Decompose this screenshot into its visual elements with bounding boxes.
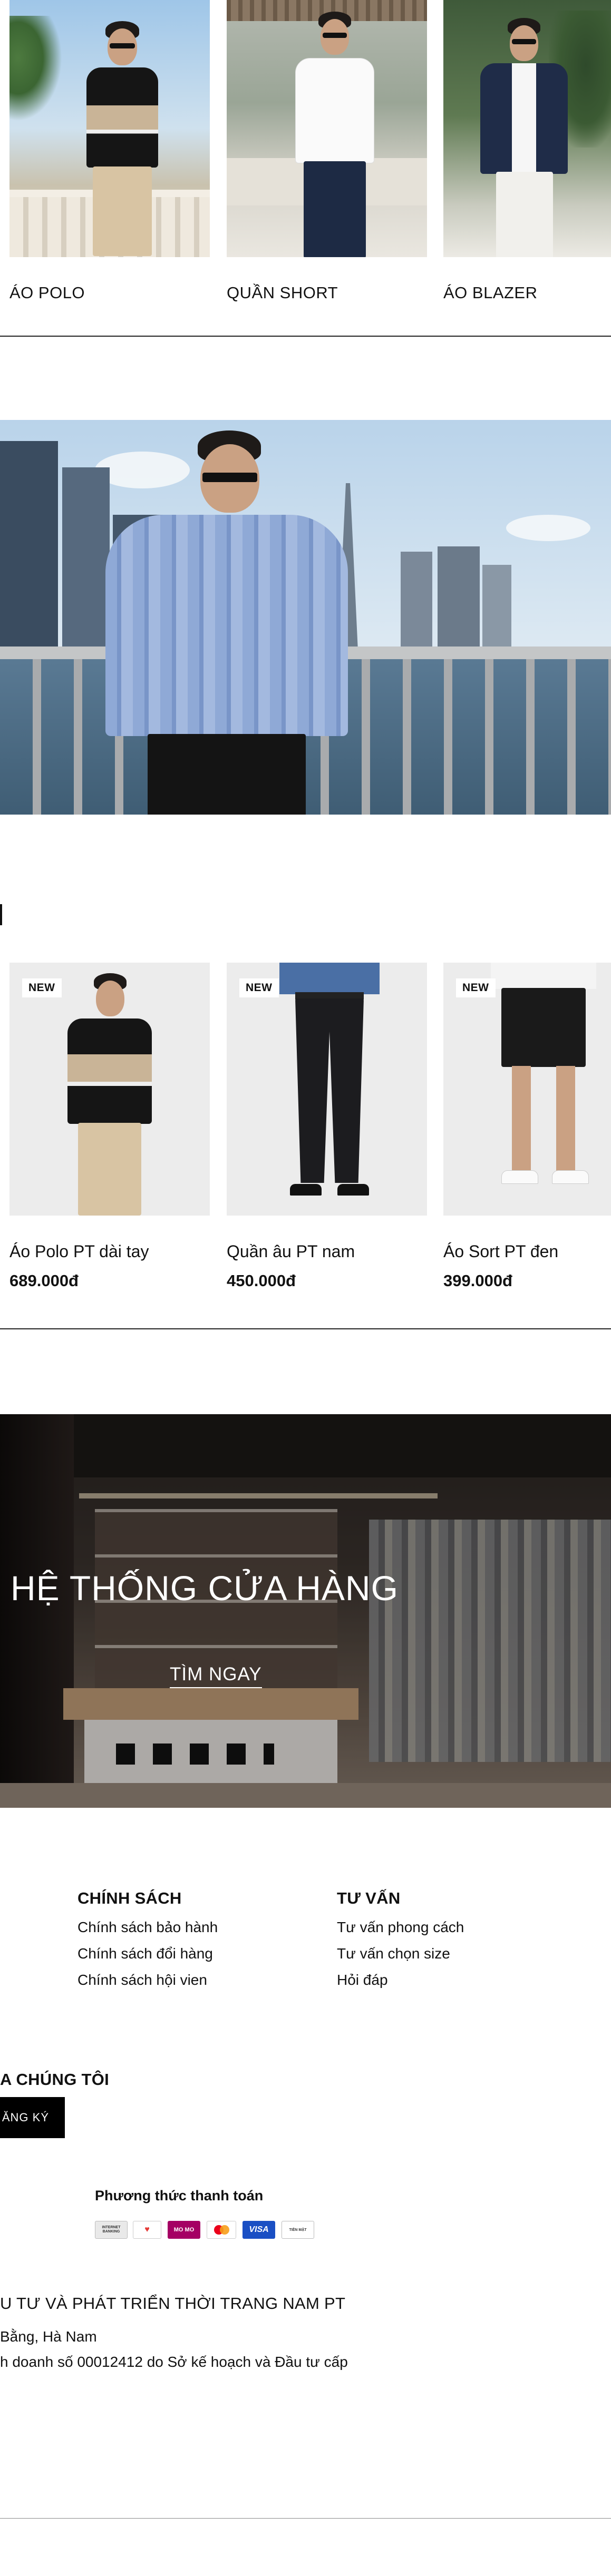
category-label-quan-short: QUẦN SHORT (227, 283, 338, 302)
new-badge: NEW (239, 978, 279, 997)
category-image-quan-short (227, 0, 427, 257)
product-image (227, 963, 427, 1216)
footer-newsletter-heading: A CHÚNG TÔI (0, 2070, 110, 2089)
product-image (443, 963, 611, 1216)
visa-icon: VISA (243, 2221, 275, 2239)
store-banner: HỆ THỐNG CỬA HÀNG TÌM NGAY (0, 1414, 611, 1808)
footer-policy-heading: CHÍNH SÁCH (77, 1889, 182, 1907)
footer-link-size-advice[interactable]: Tư vấn chọn size (337, 1945, 450, 1962)
new-badge: NEW (456, 978, 496, 997)
product-name: Áo Polo PT dài tay (9, 1242, 149, 1261)
vnpay-icon: ♥ (133, 2221, 161, 2239)
footer-link-exchange[interactable]: Chính sách đổi hàng (77, 1945, 213, 1962)
find-store-link[interactable]: TÌM NGAY (170, 1664, 262, 1688)
category-label-ao-polo: ÁO POLO (9, 283, 85, 302)
product-price: 450.000đ (227, 1271, 296, 1290)
payment-methods-heading: Phương thức thanh toán (95, 2188, 264, 2203)
hero-banner[interactable] (0, 420, 611, 815)
category-card-quan-short[interactable]: QUẦN SHORT (227, 0, 427, 316)
footer-link-membership[interactable]: Chính sách hội vien (77, 1972, 207, 1989)
category-card-ao-blazer[interactable]: ÁO BLAZER (443, 0, 611, 316)
footer-link-warranty[interactable]: Chính sách bảo hành (77, 1919, 218, 1936)
product-name: Quần âu PT nam (227, 1242, 355, 1261)
momo-icon: MO MO (168, 2221, 200, 2239)
product-price: 689.000đ (9, 1271, 79, 1290)
product-name: Áo Sort PT đen (443, 1242, 559, 1261)
product-price: 399.000đ (443, 1271, 512, 1290)
company-license: h doanh số 00012412 do Sở kế hoạch và Đầ… (0, 2354, 348, 2370)
category-card-ao-polo[interactable]: ÁO POLO (9, 0, 210, 316)
category-image-ao-polo (9, 0, 210, 257)
company-name: U TƯ VÀ PHÁT TRIỂN THỜI TRANG NAM PT (0, 2294, 346, 2313)
mastercard-icon (207, 2221, 236, 2239)
footer-link-faq[interactable]: Hỏi đáp (337, 1972, 388, 1989)
cash-icon: TIỀN MẶT (282, 2221, 314, 2239)
product-card[interactable]: NEW Áo Polo PT dài tay 689.000đ (9, 963, 210, 1300)
category-label-ao-blazer: ÁO BLAZER (443, 283, 538, 302)
hero-image (0, 420, 611, 815)
subscribe-button[interactable]: ĂNG KÝ (0, 2097, 65, 2138)
category-image-ao-blazer (443, 0, 611, 257)
footer-divider (0, 2518, 611, 2519)
section-divider (0, 336, 611, 337)
store-banner-title: HỆ THỐNG CỬA HÀNG (11, 1569, 399, 1608)
product-card[interactable]: NEW Quần âu PT nam 450.000đ (227, 963, 427, 1300)
section-divider (0, 1328, 611, 1329)
internet-banking-icon: INTERNET BANKING (95, 2221, 128, 2239)
product-card[interactable]: NEW Áo Sort PT đen 399.000đ (443, 963, 611, 1300)
new-badge: NEW (22, 978, 62, 997)
footer-advice-heading: TƯ VẤN (337, 1889, 401, 1907)
footer-link-style-advice[interactable]: Tư vấn phong cách (337, 1919, 464, 1936)
company-address: Bằng, Hà Nam (0, 2328, 97, 2345)
section-marker (0, 904, 2, 925)
product-image (9, 963, 210, 1216)
